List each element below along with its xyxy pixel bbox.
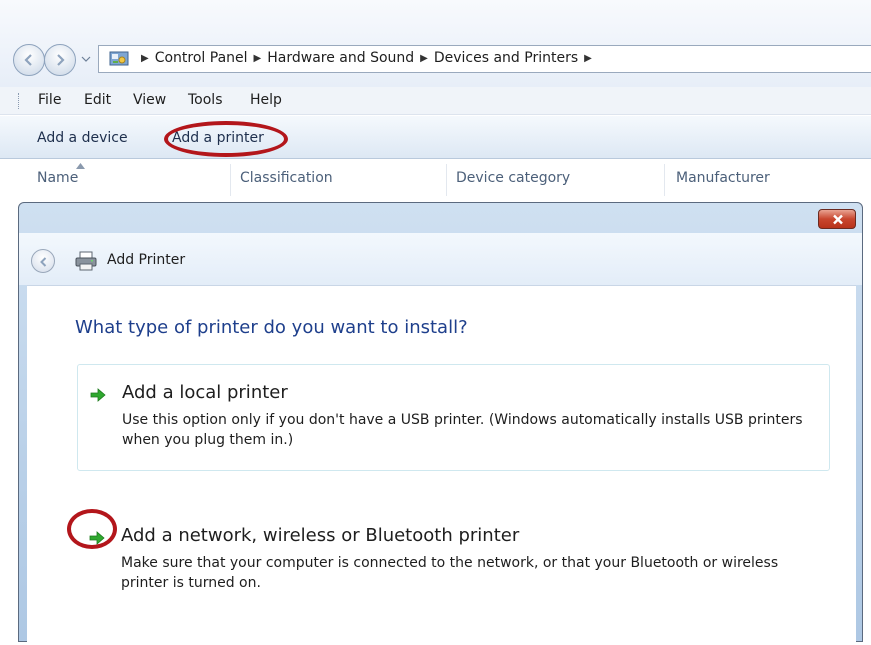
menu-file[interactable]: File (38, 92, 61, 108)
breadcrumb-arrow-icon[interactable]: ▶ (254, 53, 262, 64)
column-device-category[interactable]: Device category (456, 170, 570, 192)
menu-bar: File Edit View Tools Help (0, 87, 871, 115)
menu-help[interactable]: Help (250, 92, 282, 108)
navigation-bar: ▶ Control Panel ▶ Hardware and Sound ▶ Device… (0, 0, 871, 87)
column-headers: Name Classification Device category Manu… (0, 160, 871, 200)
dialog-header: Add Printer (19, 233, 862, 285)
option-title: Add a network, wireless or Bluetooth pri… (121, 525, 520, 546)
control-panel-icon (109, 51, 129, 66)
column-divider[interactable] (230, 164, 231, 196)
network-printer-highlight (67, 509, 117, 549)
breadcrumb-arrow-icon[interactable]: ▶ (584, 53, 592, 64)
add-local-printer-option[interactable]: Add a local printer Use this option only… (77, 364, 830, 471)
column-manufacturer[interactable]: Manufacturer (676, 170, 770, 192)
breadcrumb-control-panel[interactable]: Control Panel (155, 50, 248, 66)
option-title: Add a local printer (122, 382, 288, 403)
close-button[interactable] (818, 209, 856, 229)
dialog-body: What type of printer do you want to inst… (27, 285, 856, 645)
column-divider[interactable] (664, 164, 665, 196)
forward-button[interactable] (44, 44, 76, 76)
column-name[interactable]: Name (37, 170, 78, 192)
add-network-printer-option[interactable]: Add a network, wireless or Bluetooth pri… (77, 508, 830, 608)
dialog-title: Add Printer (107, 252, 186, 268)
breadcrumb-devices-and-printers[interactable]: Devices and Printers (434, 50, 578, 66)
menu-tools[interactable]: Tools (188, 92, 223, 108)
chevron-down-icon[interactable] (79, 52, 93, 66)
option-description: Make sure that your computer is connecte… (121, 555, 779, 591)
breadcrumb: ▶ Control Panel ▶ Hardware and Sound ▶ Device… (135, 50, 598, 66)
column-divider[interactable] (446, 164, 447, 196)
green-arrow-icon (90, 388, 106, 402)
close-icon (833, 214, 843, 225)
menu-view[interactable]: View (133, 92, 166, 108)
option-description: Use this option only if you don't have a… (122, 412, 803, 448)
back-arrow-icon (24, 54, 32, 66)
command-bar: Add a device Add a printer (0, 116, 871, 159)
breadcrumb-hardware-and-sound[interactable]: Hardware and Sound (267, 50, 414, 66)
column-classification[interactable]: Classification (240, 170, 333, 192)
page-title: What type of printer do you want to inst… (75, 317, 468, 338)
menu-edit[interactable]: Edit (84, 92, 111, 108)
menu-grip (18, 93, 20, 109)
breadcrumb-arrow-icon: ▶ (141, 53, 149, 64)
back-button[interactable] (13, 44, 45, 76)
breadcrumb-arrow-icon[interactable]: ▶ (420, 53, 428, 64)
address-bar[interactable]: ▶ Control Panel ▶ Hardware and Sound ▶ Device… (98, 45, 871, 73)
add-printer-highlight (164, 121, 288, 157)
dialog-back-button[interactable] (31, 249, 55, 273)
forward-arrow-icon (57, 54, 65, 66)
add-device-button[interactable]: Add a device (37, 130, 128, 146)
add-printer-dialog: Add Printer What type of printer do you … (18, 202, 863, 645)
sort-up-icon (76, 163, 85, 169)
printer-icon (75, 251, 97, 271)
back-arrow-icon (40, 257, 47, 267)
